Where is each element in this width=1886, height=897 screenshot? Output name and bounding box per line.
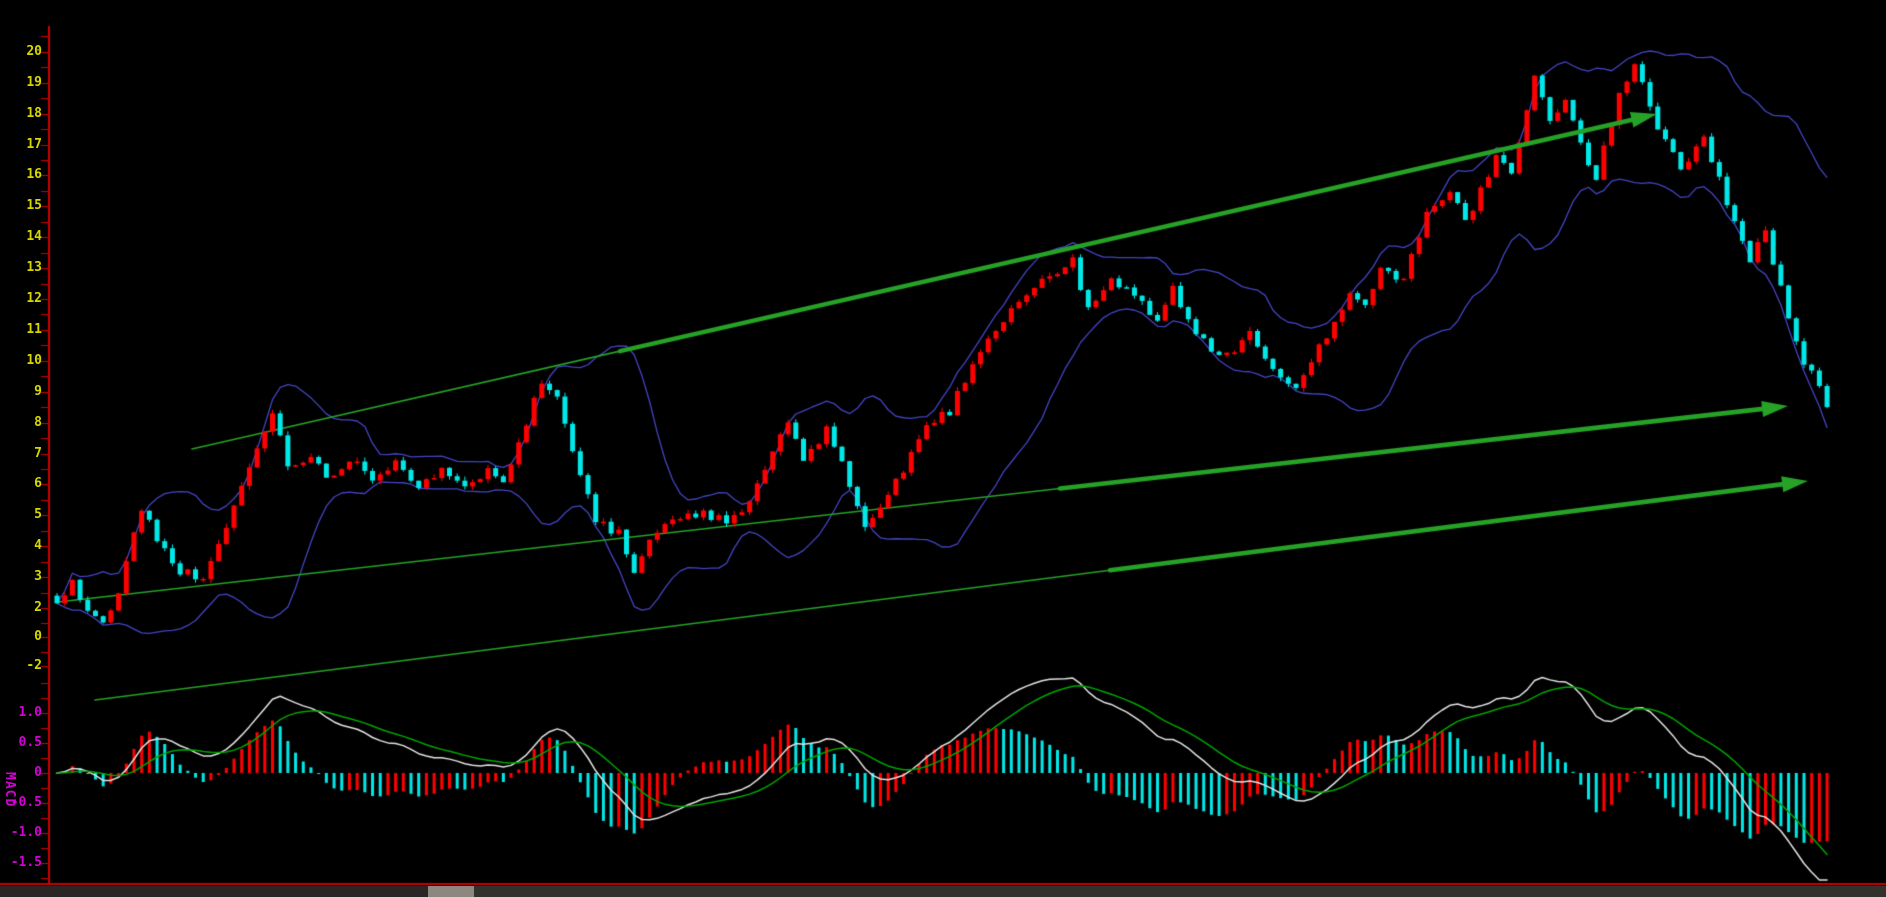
kline-y-axis-label: 2 — [0, 601, 42, 615]
kline-y-axis-label: 14 — [0, 230, 42, 244]
kline-y-axis-label: 17 — [0, 138, 42, 152]
kline-y-axis-label: 5 — [0, 508, 42, 522]
kline-y-axis-label: 13 — [0, 261, 42, 275]
kline-y-axis-label: 19 — [0, 76, 42, 90]
kline-y-axis-label: 9 — [0, 385, 42, 399]
macd-y-axis-label: -1.0 — [0, 826, 42, 840]
scrollbar-thumb[interactable] — [428, 886, 474, 897]
kline-y-axis-label: 10 — [0, 354, 42, 368]
kline-y-axis-label: 7 — [0, 447, 42, 461]
kline-y-axis-label: 3 — [0, 570, 42, 584]
kline-macd-chart-canvas[interactable] — [0, 0, 1886, 897]
kline-y-axis-label: 20 — [0, 45, 42, 59]
macd-y-axis-label: 0.5 — [0, 736, 42, 750]
kline-y-axis-label: -2 — [0, 659, 42, 673]
kline-y-axis-label: 11 — [0, 323, 42, 337]
kline-y-axis-label: 6 — [0, 477, 42, 491]
kline-y-axis-label: 15 — [0, 199, 42, 213]
macd-pane-label: MACD — [2, 772, 17, 807]
app-window: 【胆367中123】频率K线(当前遗漏:1 周期:1 理论周期:1.52) 20… — [0, 0, 1886, 897]
macd-y-axis-label: -1.5 — [0, 856, 42, 870]
kline-y-axis-label: 18 — [0, 107, 42, 121]
horizontal-scrollbar[interactable] — [0, 886, 1886, 897]
kline-y-axis-label: 0 — [0, 630, 42, 644]
kline-y-axis-label: 4 — [0, 539, 42, 553]
kline-y-axis-label: 8 — [0, 416, 42, 430]
kline-y-axis-label: 16 — [0, 168, 42, 182]
kline-y-axis-label: 12 — [0, 292, 42, 306]
macd-y-axis-label: 1.0 — [0, 706, 42, 720]
